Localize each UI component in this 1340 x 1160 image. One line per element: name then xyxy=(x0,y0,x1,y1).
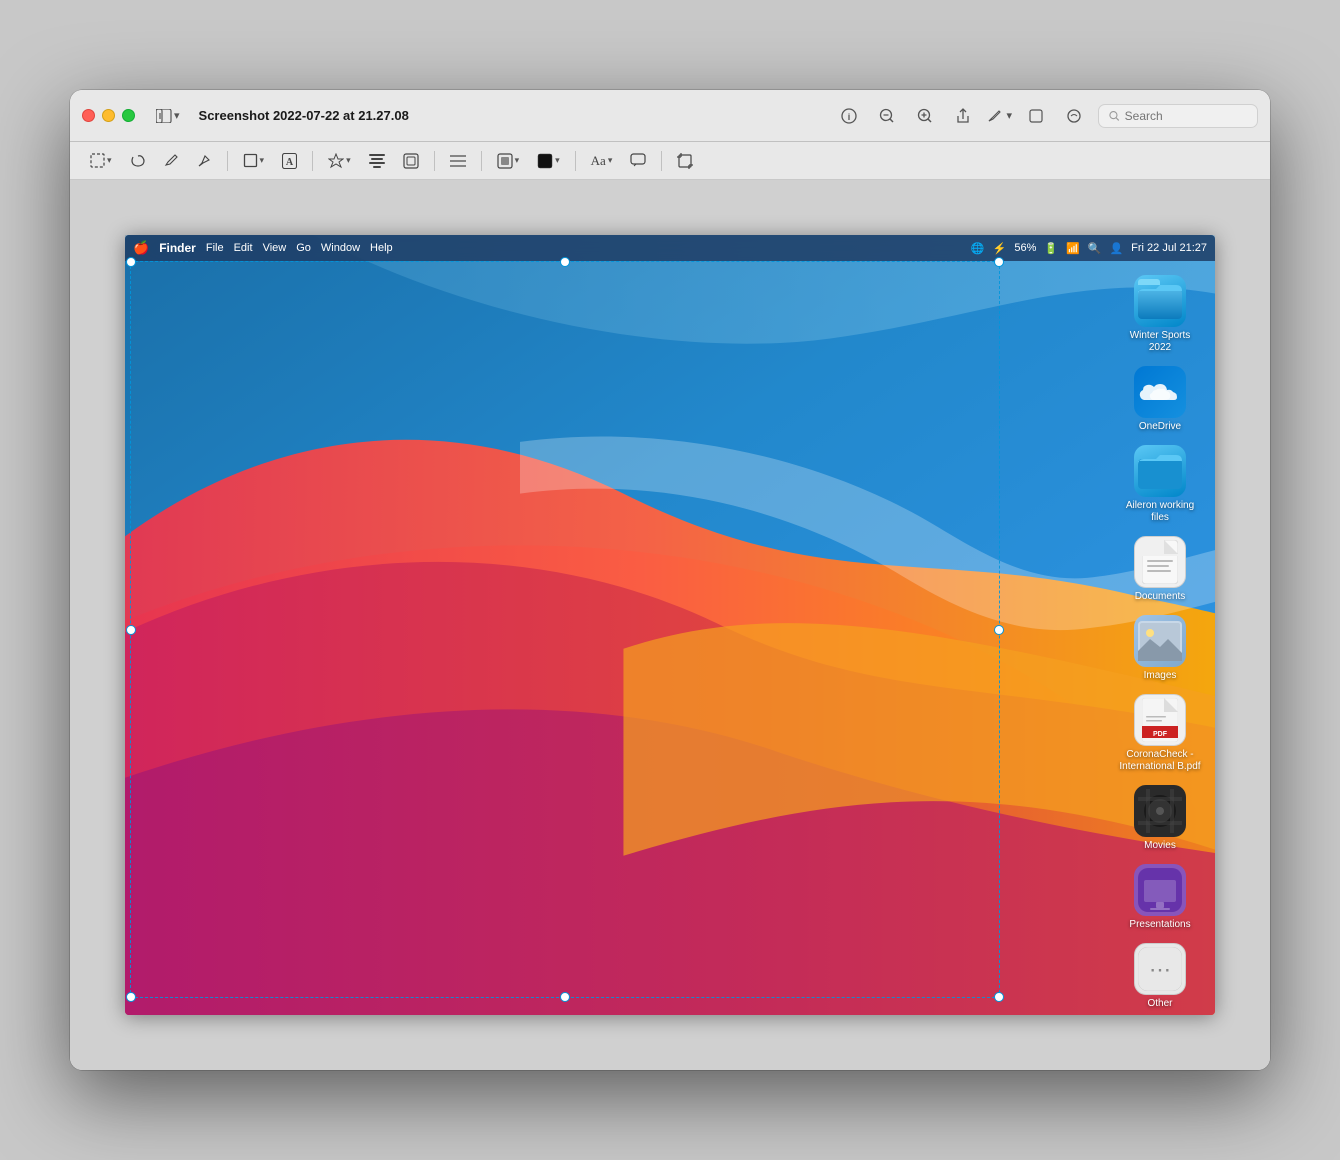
separator-3 xyxy=(434,151,435,171)
view-menu[interactable]: View xyxy=(263,242,287,254)
desktop-icon-movies[interactable]: Movies xyxy=(1115,781,1205,856)
minimize-button[interactable] xyxy=(102,109,115,122)
documents-icon xyxy=(1134,536,1186,588)
svg-text:⋯: ⋯ xyxy=(1149,957,1171,982)
search-box[interactable] xyxy=(1098,104,1258,128)
share-button[interactable] xyxy=(949,102,977,130)
onedrive-icon xyxy=(1134,366,1186,418)
movies-label: Movies xyxy=(1144,840,1176,852)
pencil-tool-button[interactable] xyxy=(158,150,185,171)
crop-button[interactable] xyxy=(671,150,699,172)
finder-menu[interactable]: Finder xyxy=(159,241,196,255)
mask-button[interactable] xyxy=(397,150,425,172)
globe-icon: 🌐 xyxy=(971,242,985,255)
svg-text:PDF: PDF xyxy=(1153,731,1168,738)
images-icon xyxy=(1134,615,1186,667)
help-menu[interactable]: Help xyxy=(370,242,393,254)
search-icon xyxy=(1109,110,1120,122)
zoom-out-button[interactable] xyxy=(873,102,901,130)
close-button[interactable] xyxy=(82,109,95,122)
battery-label: 56% xyxy=(1014,242,1036,254)
documents-label: Documents xyxy=(1135,591,1186,603)
rect-select-button[interactable]: ▾ xyxy=(84,150,118,171)
separator-1 xyxy=(227,151,228,171)
presentations-label: Presentations xyxy=(1129,919,1190,931)
movies-icon xyxy=(1134,785,1186,837)
desktop-icon-coronacheck[interactable]: PDF CoronaCheck - International B.pdf xyxy=(1115,690,1205,777)
stamp-button[interactable]: ▾ xyxy=(322,150,357,172)
lasso-button[interactable] xyxy=(124,150,152,172)
window-title: Screenshot 2022-07-22 at 21.27.08 xyxy=(199,108,409,123)
battery-icon: 🔋 xyxy=(1044,242,1058,255)
text-style-button[interactable]: Aa ▾ xyxy=(585,150,619,172)
mac-menubar: 🍎 Finder File Edit View Go Window Help 🌐… xyxy=(125,235,1215,261)
desktop-icon-other[interactable]: ⋯ Other xyxy=(1115,939,1205,1014)
comment-button[interactable] xyxy=(624,150,652,171)
pen-dropdown-arrow: ▾ xyxy=(1006,109,1012,122)
separator-4 xyxy=(481,151,482,171)
edit-menu[interactable]: Edit xyxy=(234,242,253,254)
desktop-icon-winter-sports[interactable]: Winter Sports 2022 xyxy=(1115,271,1205,358)
winter-sports-label: Winter Sports 2022 xyxy=(1119,330,1201,354)
content-area: 🍎 Finder File Edit View Go Window Help 🌐… xyxy=(70,180,1270,1070)
pdf-icon: PDF xyxy=(1134,694,1186,746)
coronacheck-label: CoronaCheck - International B.pdf xyxy=(1119,749,1201,773)
other-icon: ⋯ xyxy=(1134,943,1186,995)
datetime: Fri 22 Jul 21:27 xyxy=(1131,242,1207,254)
titlebar: ▾ Screenshot 2022-07-22 at 21.27.08 i xyxy=(70,90,1270,142)
aileron-label: Aileron working files xyxy=(1119,500,1201,524)
menubar-left: 🍎 Finder File Edit View Go Window Help xyxy=(133,240,393,256)
svg-text:A: A xyxy=(286,157,294,168)
sidebar-toggle-button[interactable]: ▾ xyxy=(151,106,185,126)
folder-teal-icon xyxy=(1134,445,1186,497)
sidebar-toggle-chevron: ▾ xyxy=(174,109,180,122)
window-resize-button[interactable] xyxy=(1022,102,1050,130)
maximize-button[interactable] xyxy=(122,109,135,122)
wallpaper: Winter Sports 2022 OneDrive xyxy=(125,235,1215,1015)
pen-tool-button-2[interactable] xyxy=(191,150,218,171)
desktop-icon-images[interactable]: Images xyxy=(1115,611,1205,686)
search-input[interactable] xyxy=(1125,109,1247,123)
images-label: Images xyxy=(1144,670,1177,682)
info-button[interactable]: i xyxy=(835,102,863,130)
svg-text:i: i xyxy=(848,112,851,122)
separator-2 xyxy=(312,151,313,171)
rect-shape-button[interactable]: ▾ xyxy=(237,150,271,171)
window-menu[interactable]: Window xyxy=(321,242,360,254)
preview-container: 🍎 Finder File Edit View Go Window Help 🌐… xyxy=(125,205,1215,1045)
desktop-icon-documents[interactable]: Documents xyxy=(1115,532,1205,607)
separator-5 xyxy=(575,151,576,171)
desktop-icon-aileron[interactable]: Aileron working files xyxy=(1115,441,1205,528)
titlebar-controls: i xyxy=(835,102,1258,130)
presentations-icon xyxy=(1134,864,1186,916)
text-tool-button[interactable]: A xyxy=(276,150,303,172)
shape-fill-button[interactable]: ▾ xyxy=(491,150,526,172)
audio-icon: ⚡ xyxy=(993,242,1007,255)
toolbar: ▾ ▾ A xyxy=(70,142,1270,180)
zoom-in-button[interactable] xyxy=(911,102,939,130)
apple-logo: 🍎 xyxy=(133,240,149,256)
traffic-lights xyxy=(82,109,135,122)
align-button[interactable] xyxy=(363,151,391,171)
desktop-icons: Winter Sports 2022 OneDrive xyxy=(1105,261,1215,1015)
pen-tool-button[interactable]: ▾ xyxy=(987,108,1012,124)
go-menu[interactable]: Go xyxy=(296,242,311,254)
markup-circle-button[interactable] xyxy=(1060,102,1088,130)
menubar-right: 🌐 ⚡ 56% 🔋 📶 🔍 👤 Fri 22 Jul 21:27 xyxy=(971,242,1207,255)
desktop-icon-presentations[interactable]: Presentations xyxy=(1115,860,1205,935)
desktop-icon-onedrive[interactable]: OneDrive xyxy=(1115,362,1205,437)
search-icon-menubar[interactable]: 🔍 xyxy=(1088,242,1102,255)
onedrive-label: OneDrive xyxy=(1139,421,1181,433)
main-window: ▾ Screenshot 2022-07-22 at 21.27.08 i xyxy=(70,90,1270,1070)
color-picker-button[interactable]: ▾ xyxy=(531,150,566,172)
file-menu[interactable]: File xyxy=(206,242,224,254)
desktop-screenshot: 🍎 Finder File Edit View Go Window Help 🌐… xyxy=(125,235,1215,1015)
separator-6 xyxy=(661,151,662,171)
other-label: Other xyxy=(1147,998,1172,1010)
user-icon: 👤 xyxy=(1109,242,1123,255)
text-style-label: Aa xyxy=(591,153,606,169)
wifi-icon: 📶 xyxy=(1066,242,1080,255)
distribute-button[interactable] xyxy=(444,151,472,171)
folder-blue-icon xyxy=(1134,275,1186,327)
